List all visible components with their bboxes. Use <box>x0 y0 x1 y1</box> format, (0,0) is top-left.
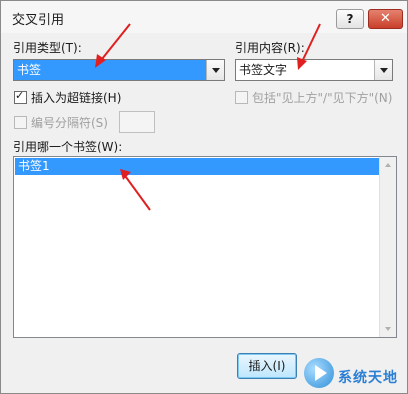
reference-type-select[interactable]: 书签 <box>13 59 225 81</box>
reference-type-value: 书签 <box>14 60 207 80</box>
watermark-logo-icon <box>304 358 334 388</box>
vertical-scrollbar[interactable] <box>379 157 396 337</box>
checkmark-icon: ✓ <box>15 89 25 102</box>
reference-content-value: 书签文字 <box>239 63 288 77</box>
reference-content-label: 引用内容(R): <box>235 41 305 55</box>
chevron-down-icon[interactable] <box>374 60 392 80</box>
include-above-below-checkbox[interactable] <box>235 91 248 104</box>
list-item[interactable]: 书签1 <box>15 158 379 175</box>
watermark-text: 系统天地 <box>338 370 398 386</box>
title-bar[interactable]: 交叉引用 ? ✕ <box>1 1 407 33</box>
chevron-down-icon[interactable] <box>206 60 224 80</box>
insert-hyperlink-checkbox[interactable]: ✓ <box>14 89 27 104</box>
include-above-below-label: 包括"见上方"/"见下方"(N) <box>252 91 393 105</box>
separate-numbers-checkbox[interactable] <box>14 116 27 129</box>
close-button[interactable]: ✕ <box>368 9 403 29</box>
scroll-up-icon[interactable] <box>380 157 396 174</box>
cross-reference-dialog: 交叉引用 ? ✕ 引用类型(T): 书签 引用内容(R): 书签文字 ✓ 插入为… <box>0 0 408 394</box>
separator-input[interactable] <box>119 111 155 133</box>
dialog-title: 交叉引用 <box>12 13 65 28</box>
reference-content-select[interactable]: 书签文字 <box>235 59 393 81</box>
help-button[interactable]: ? <box>336 9 364 29</box>
insert-hyperlink-label: 插入为超链接(H) <box>31 91 122 105</box>
scroll-down-icon[interactable] <box>380 320 396 337</box>
bookmark-list-label: 引用哪一个书签(W): <box>13 140 123 154</box>
bookmark-listbox[interactable]: 书签1 <box>13 156 397 338</box>
reference-type-label: 引用类型(T): <box>13 41 82 55</box>
insert-button[interactable]: 插入(I) <box>237 353 297 379</box>
watermark: 系统天地 <box>300 358 406 392</box>
separate-numbers-label: 编号分隔符(S) <box>31 116 108 130</box>
